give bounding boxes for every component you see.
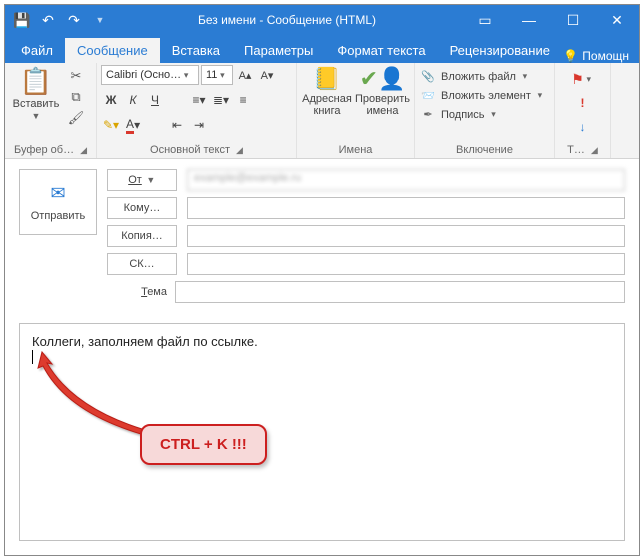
minimize-icon[interactable]: — [507, 5, 551, 35]
bold-button[interactable]: Ж [101, 90, 121, 110]
tab-insert[interactable]: Вставка [160, 38, 232, 63]
address-book-icon: 📒 [313, 67, 340, 91]
font-group-label: Основной текст [150, 144, 230, 156]
tab-format[interactable]: Формат текста [325, 38, 437, 63]
group-clipboard: 📋 Вставить ▼ ✂ ⧉ 🖌 Буфер об… ◢ [5, 63, 97, 158]
close-icon[interactable]: ✕ [595, 5, 639, 35]
chevron-down-icon: ▼ [31, 112, 41, 122]
paste-icon: 📋 [20, 67, 52, 96]
callout: CTRL + K !!! [140, 424, 267, 465]
body-text: Коллеги, заполняем файл по ссылке. [32, 334, 612, 349]
underline-button[interactable]: Ч [145, 90, 165, 110]
attach-file-button[interactable]: 📎 Вложить файл▾ [419, 69, 550, 84]
flag-icon: ⚑ [571, 71, 584, 88]
to-button[interactable]: Кому… [107, 197, 177, 219]
attach-item-icon: 📨 [419, 89, 437, 102]
redo-icon[interactable]: ↷ [63, 9, 85, 31]
group-tags: ⚑▾ ! ↓ Т… ◢ [555, 63, 611, 158]
shrink-font-icon[interactable]: A▾ [257, 65, 277, 85]
group-names: 📒 Адресная книга ✔👤 Проверить имена Имен… [297, 63, 415, 158]
ribbon-display-icon[interactable]: ▭ [463, 5, 507, 35]
clipboard-group-label: Буфер об… [14, 144, 74, 156]
tags-group-label: Т… [567, 144, 585, 156]
to-field[interactable] [187, 197, 625, 219]
tab-options[interactable]: Параметры [232, 38, 325, 63]
attach-item-button[interactable]: 📨 Вложить элемент▾ [419, 88, 550, 103]
follow-up-flag-button[interactable]: ⚑▾ [571, 69, 594, 89]
cc-button[interactable]: Копия… [107, 225, 177, 247]
names-group-label: Имена [339, 144, 373, 156]
tell-me-help[interactable]: 💡 Помощн [563, 49, 639, 63]
numbering-icon[interactable]: ≣▾ [211, 90, 231, 110]
bcc-field[interactable] [187, 253, 625, 275]
bullets-icon[interactable]: ≡▾ [189, 90, 209, 110]
save-icon[interactable]: 💾 [11, 9, 33, 31]
subject-field[interactable] [175, 281, 625, 303]
group-font: Calibri (Осно…▾ 11▾ A▴ A▾ Ж К Ч ≡▾ ≣▾ ≡ [97, 63, 297, 158]
low-importance-button[interactable]: ↓ [573, 117, 593, 137]
subject-label: Тема [19, 286, 167, 298]
message-window: 💾 ↶ ↷ ▼ Без имени - Сообщение (HTML) ▭ —… [4, 4, 640, 556]
titlebar: 💾 ↶ ↷ ▼ Без имени - Сообщение (HTML) ▭ —… [5, 5, 639, 35]
bulb-icon: 💡 [563, 49, 578, 63]
callout-text: CTRL + K !!! [140, 424, 267, 465]
from-field[interactable]: example@example.ru [187, 169, 625, 191]
dialog-launcher-icon[interactable]: ◢ [591, 145, 598, 156]
send-button[interactable]: ✉ Отправить [19, 169, 97, 235]
grow-font-icon[interactable]: A▴ [235, 65, 255, 85]
include-group-label: Включение [456, 144, 513, 156]
undo-icon[interactable]: ↶ [37, 9, 59, 31]
from-button[interactable]: От▼ [107, 169, 177, 191]
address-book-button[interactable]: 📒 Адресная книга [301, 65, 353, 117]
paste-button[interactable]: 📋 Вставить ▼ [9, 65, 63, 122]
window-title: Без имени - Сообщение (HTML) [111, 13, 463, 27]
paperclip-icon: 📎 [419, 70, 437, 83]
copy-icon[interactable]: ⧉ [65, 88, 87, 106]
signature-icon: ✒ [419, 108, 437, 121]
qat-dropdown-icon[interactable]: ▼ [89, 9, 111, 31]
indent-icon[interactable]: ⇥ [189, 115, 209, 135]
font-color-icon[interactable]: A▾ [123, 115, 143, 135]
font-size-select[interactable]: 11▾ [201, 65, 233, 85]
highlight-icon[interactable]: ✎▾ [101, 115, 121, 135]
high-importance-button[interactable]: ! [573, 93, 593, 113]
dialog-launcher-icon[interactable]: ◢ [236, 145, 243, 156]
font-name-select[interactable]: Calibri (Осно…▾ [101, 65, 199, 85]
compose-header: ✉ Отправить От▼ Кому… Копия… СК… example… [5, 159, 639, 313]
check-names-icon: ✔👤 [360, 67, 406, 91]
maximize-icon[interactable]: ☐ [551, 5, 595, 35]
text-cursor [32, 350, 33, 364]
group-include: 📎 Вложить файл▾ 📨 Вложить элемент▾ ✒ Под… [415, 63, 555, 158]
tab-review[interactable]: Рецензирование [438, 38, 562, 63]
outdent-icon[interactable]: ⇤ [167, 115, 187, 135]
align-icon[interactable]: ≡ [233, 90, 253, 110]
signature-button[interactable]: ✒ Подпись▾ [419, 107, 550, 122]
ribbon-tabs: Файл Сообщение Вставка Параметры Формат … [5, 35, 639, 63]
message-body[interactable]: Коллеги, заполняем файл по ссылке. CTRL … [19, 323, 625, 541]
italic-button[interactable]: К [123, 90, 143, 110]
tab-message[interactable]: Сообщение [65, 38, 160, 63]
ribbon: 📋 Вставить ▼ ✂ ⧉ 🖌 Буфер об… ◢ [5, 63, 639, 159]
format-painter-icon[interactable]: 🖌 [65, 109, 87, 127]
cut-icon[interactable]: ✂ [65, 67, 87, 85]
dialog-launcher-icon[interactable]: ◢ [80, 145, 87, 156]
send-icon: ✉ [50, 183, 65, 204]
check-names-button[interactable]: ✔👤 Проверить имена [355, 65, 410, 117]
bcc-button[interactable]: СК… [107, 253, 177, 275]
tab-file[interactable]: Файл [9, 38, 65, 63]
cc-field[interactable] [187, 225, 625, 247]
